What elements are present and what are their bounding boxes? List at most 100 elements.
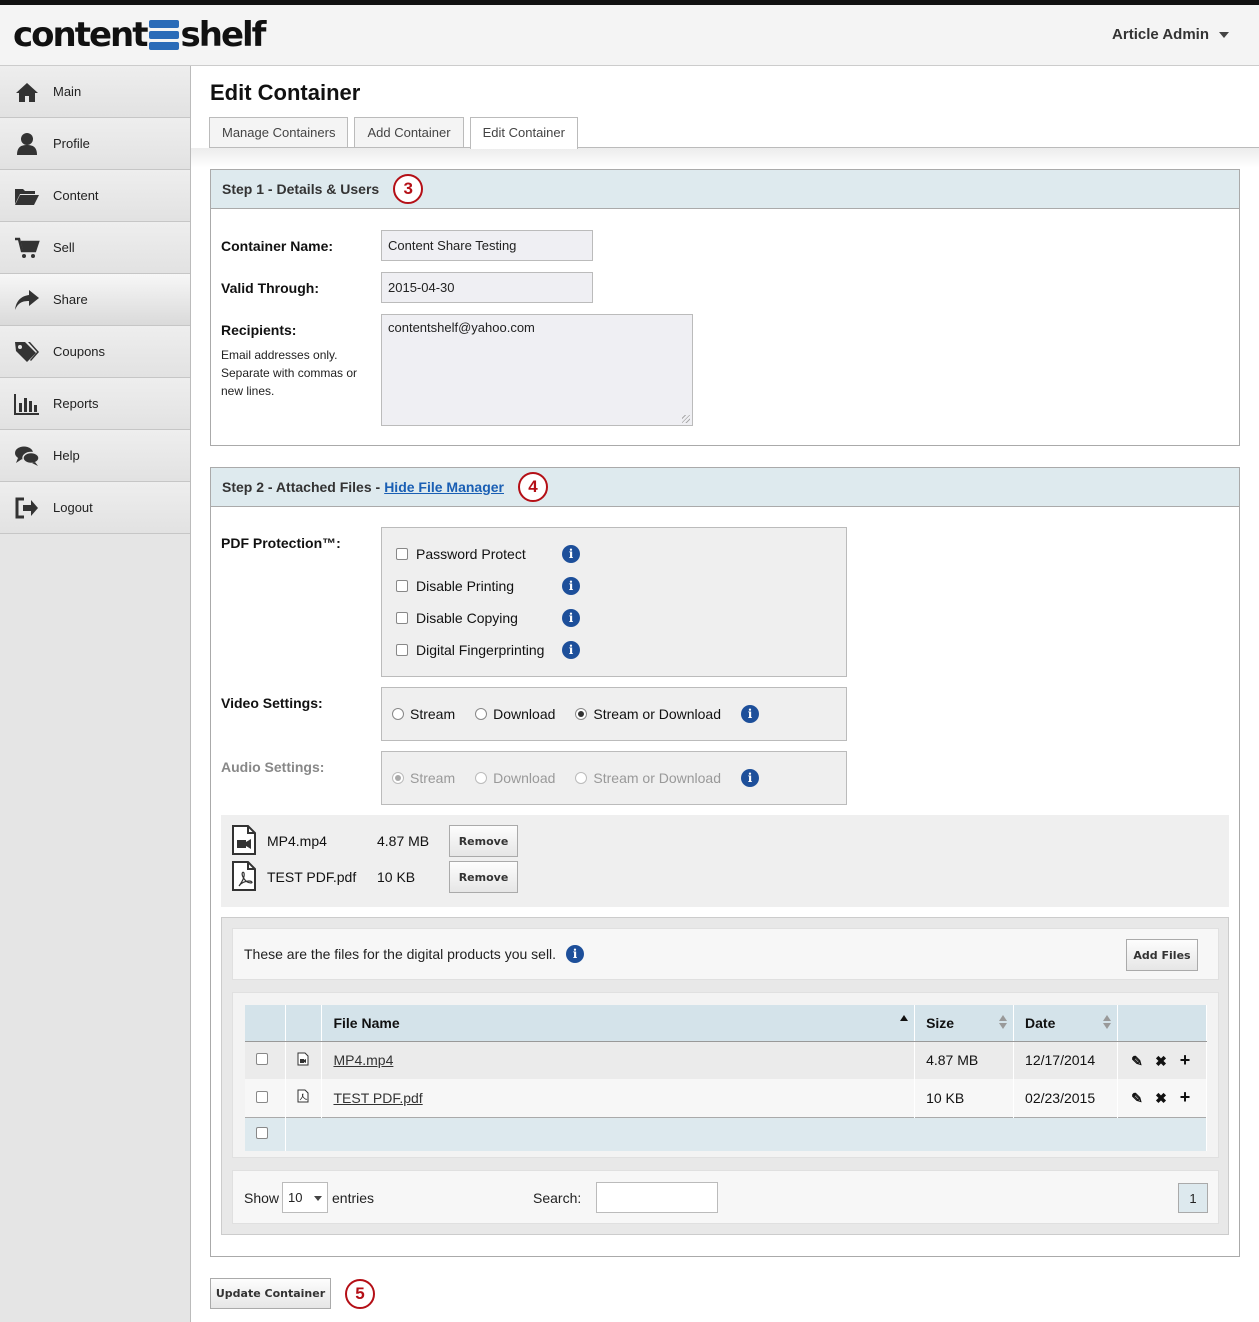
checkbox[interactable]: [256, 1090, 268, 1103]
info-icon[interactable]: i: [562, 545, 580, 563]
step1-title: Step 1 - Details & Users: [222, 181, 380, 197]
hide-file-manager-link[interactable]: Hide File Manager: [384, 479, 504, 495]
file-name-link[interactable]: TEST PDF.pdf: [333, 1090, 422, 1106]
update-container-button[interactable]: Update Container: [210, 1278, 331, 1309]
checkbox[interactable]: [396, 580, 408, 592]
entries-label: entries: [332, 1190, 375, 1206]
pencil-icon[interactable]: ✎: [1128, 1053, 1146, 1070]
page-button[interactable]: 1: [1178, 1183, 1208, 1213]
table-row: TEST PDF.pdf 10 KB 02/23/2015 ✎ ✖ +: [245, 1079, 1207, 1117]
sidebar-item-logout[interactable]: Logout: [0, 482, 190, 534]
column-header-size[interactable]: Size: [914, 1005, 1015, 1042]
info-icon[interactable]: i: [741, 769, 760, 787]
add-files-button[interactable]: Add Files: [1126, 939, 1198, 971]
pdf-file-icon: [231, 860, 267, 894]
sidebar-item-sell[interactable]: Sell: [0, 222, 190, 274]
search-input[interactable]: [596, 1182, 718, 1213]
tab-add-container[interactable]: Add Container: [354, 117, 464, 147]
column-header-type: [285, 1005, 323, 1042]
sort-asc-icon: [900, 1015, 909, 1021]
sidebar-item-label: Share: [53, 292, 88, 307]
remove-button[interactable]: Remove: [449, 825, 518, 857]
info-icon[interactable]: i: [562, 641, 580, 659]
checkbox[interactable]: [396, 612, 408, 624]
sidebar-item-content[interactable]: Content: [0, 170, 190, 222]
resize-grip-icon[interactable]: [682, 415, 690, 423]
sort-icon: [1103, 1015, 1111, 1029]
table-pager: Show 10 entries Search: 1: [232, 1170, 1219, 1224]
pdf-option-disable-printing[interactable]: Disable Printing i: [396, 577, 580, 595]
recipients-value: contentshelf@yahoo.com: [388, 320, 535, 335]
sidebar-item-label: Logout: [53, 500, 93, 515]
logout-icon: [14, 495, 40, 521]
entries-value: 10: [288, 1190, 303, 1205]
container-name-input[interactable]: Content Share Testing: [381, 230, 593, 261]
table-footer-row: [245, 1116, 1207, 1151]
pdf-option-disable-copying[interactable]: Disable Copying i: [396, 609, 580, 627]
pdf-option-digital-fingerprinting[interactable]: Digital Fingerprinting i: [396, 641, 580, 659]
file-date-cell: 12/17/2014: [1013, 1041, 1118, 1079]
row-select-cell: [245, 1079, 287, 1117]
share-icon: [14, 287, 40, 313]
callout-badge: 3: [393, 174, 424, 204]
radio-label: Download: [493, 770, 556, 786]
sidebar-item-coupons[interactable]: Coupons: [0, 326, 190, 378]
checkbox[interactable]: [396, 644, 408, 656]
video-radio-stream-or-download[interactable]: Stream or Download: [575, 706, 721, 722]
remove-button[interactable]: Remove: [449, 861, 518, 893]
attached-file-row: MP4.mp4 4.87 MB Remove: [231, 824, 518, 857]
sidebar-item-reports[interactable]: Reports: [0, 378, 190, 430]
info-icon[interactable]: i: [562, 609, 580, 627]
tab-manage-containers[interactable]: Manage Containers: [209, 117, 349, 147]
file-actions-cell: ✎ ✖ +: [1117, 1079, 1207, 1117]
pdf-option-password-protect[interactable]: Password Protect i: [396, 545, 580, 563]
radio-button: [575, 772, 588, 784]
delete-icon[interactable]: ✖: [1152, 1053, 1170, 1070]
logo-text-left: content: [13, 15, 148, 55]
plus-icon[interactable]: +: [1176, 1087, 1194, 1108]
table-row: MP4.mp4 4.87 MB 12/17/2014 ✎ ✖ +: [245, 1041, 1207, 1079]
info-icon[interactable]: i: [562, 577, 580, 595]
column-header-file-name[interactable]: File Name: [321, 1005, 916, 1042]
user-icon: [14, 131, 40, 157]
main-content: Edit Container Manage Containers Add Con…: [191, 66, 1259, 1322]
logo[interactable]: content shelf: [13, 15, 266, 55]
sidebar-item-profile[interactable]: Profile: [0, 118, 190, 170]
attached-files-list: MP4.mp4 4.87 MB Remove TEST PDF.pdf 10 K…: [221, 815, 1229, 907]
checkbox[interactable]: [256, 1053, 268, 1066]
recipients-textarea[interactable]: contentshelf@yahoo.com: [381, 314, 693, 426]
user-menu[interactable]: Article Admin: [1112, 26, 1229, 43]
user-menu-label: Article Admin: [1112, 26, 1209, 43]
callout-badge: 4: [518, 472, 548, 502]
delete-icon[interactable]: ✖: [1152, 1090, 1170, 1107]
radio-button[interactable]: [392, 708, 404, 720]
sidebar-item-label: Profile: [53, 136, 90, 151]
select-all-checkbox[interactable]: [256, 1127, 268, 1140]
plus-icon[interactable]: +: [1176, 1050, 1194, 1071]
video-radio-download[interactable]: Download: [475, 706, 555, 722]
folder-icon: [14, 183, 40, 209]
file-name-link[interactable]: MP4.mp4: [333, 1052, 393, 1068]
file-actions-cell: ✎ ✖ +: [1117, 1041, 1207, 1079]
step1-header: Step 1 - Details & Users 3: [211, 170, 1239, 209]
audio-radio-stream-or-download: Stream or Download: [575, 770, 721, 786]
callout-badge: 5: [345, 1279, 375, 1309]
info-icon[interactable]: i: [566, 945, 585, 963]
tab-edit-container[interactable]: Edit Container: [469, 117, 578, 149]
audio-radio-group: Stream Download Stream or Download i: [392, 769, 760, 787]
radio-button[interactable]: [475, 708, 488, 720]
video-radio-stream[interactable]: Stream: [392, 706, 455, 722]
footer-empty-cell: [285, 1116, 1207, 1151]
video-settings-box: Stream Download Stream or Download i: [381, 687, 847, 741]
radio-button[interactable]: [575, 708, 588, 720]
valid-through-input[interactable]: 2015-04-30: [381, 272, 593, 303]
info-icon[interactable]: i: [741, 705, 760, 723]
checkbox[interactable]: [396, 548, 408, 560]
pencil-icon[interactable]: ✎: [1128, 1090, 1146, 1107]
column-header-date[interactable]: Date: [1013, 1005, 1118, 1042]
sidebar-item-share[interactable]: Share: [0, 274, 190, 326]
sidebar-item-main[interactable]: Main: [0, 66, 190, 118]
sidebar-item-help[interactable]: Help: [0, 430, 190, 482]
attached-file-name: MP4.mp4: [267, 833, 327, 849]
entries-select[interactable]: 10: [282, 1182, 328, 1213]
